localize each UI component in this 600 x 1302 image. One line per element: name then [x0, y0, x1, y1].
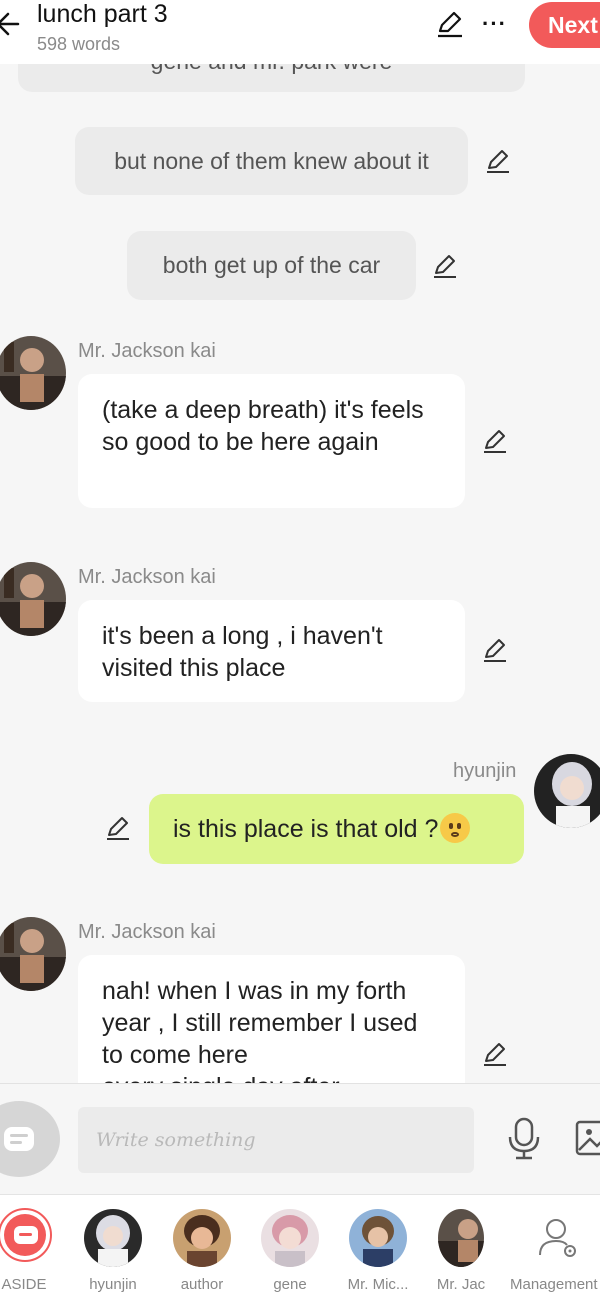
- character-bar: ASIDE hyunjin author gene Mr. Mic... Mr.…: [0, 1194, 600, 1302]
- message-text-clipped: every single day after: [102, 1071, 441, 1083]
- character-label: gene: [273, 1276, 307, 1293]
- character-mr-jac[interactable]: Mr. Jac: [437, 1195, 485, 1302]
- edit-pencil-icon[interactable]: [482, 1041, 508, 1067]
- character-label: Mr. Jac: [436, 1276, 486, 1293]
- top-bar: lunch part 3 598 words ··· Next: [0, 0, 600, 64]
- next-button[interactable]: Next: [529, 2, 600, 48]
- page-title: lunch part 3: [37, 0, 168, 28]
- edit-pencil-icon[interactable]: [485, 148, 511, 174]
- composer-bar: Write something: [0, 1083, 600, 1194]
- back-arrow-icon[interactable]: [0, 10, 20, 38]
- message-text: is this place is that old ?: [173, 815, 439, 843]
- speaker-name: Mr. Jackson kai: [78, 340, 216, 362]
- avatar: [84, 1209, 142, 1267]
- avatar: [261, 1209, 319, 1267]
- message-text: nah! when I was in my forth year , I sti…: [102, 977, 418, 1069]
- speaker-name: Mr. Jackson kai: [78, 921, 216, 943]
- speaker-name: Mr. Jackson kai: [78, 566, 216, 588]
- edit-pencil-icon[interactable]: [482, 637, 508, 663]
- aside-bubble[interactable]: but none of them knew about it: [75, 127, 468, 195]
- aside-avatar: [0, 1208, 52, 1262]
- manage-people-icon: [539, 1219, 576, 1257]
- message-input[interactable]: Write something: [78, 1107, 474, 1173]
- avatar-hyunjin[interactable]: [534, 754, 600, 828]
- chat-area: gene and mr. park were but none of them …: [0, 0, 600, 1083]
- message-bubble[interactable]: (take a deep breath) it's feels so good …: [78, 374, 465, 508]
- avatar: [349, 1209, 407, 1267]
- chat-bubble-icon: [14, 1226, 38, 1244]
- character-hyunjin[interactable]: hyunjin: [84, 1195, 142, 1302]
- message-bubble[interactable]: it's been a long , i haven't visited thi…: [78, 600, 465, 702]
- avatar: [173, 1209, 231, 1267]
- character-label: Management: [510, 1276, 598, 1293]
- character-mr-mic[interactable]: Mr. Mic...: [348, 1195, 408, 1302]
- edit-pencil-icon[interactable]: [482, 428, 508, 454]
- character-label: hyunjin: [89, 1276, 137, 1293]
- character-author[interactable]: author: [173, 1195, 231, 1302]
- word-count: 598 words: [37, 34, 121, 54]
- image-icon[interactable]: [575, 1119, 600, 1159]
- aside-bubble[interactable]: both get up of the car: [127, 231, 416, 300]
- edit-pencil-icon[interactable]: [432, 253, 458, 279]
- message-bubble[interactable]: nah! when I was in my forth year , I sti…: [78, 955, 465, 1083]
- aside-text: both get up of the car: [162, 252, 381, 278]
- chat-bubble-icon: [4, 1127, 34, 1151]
- my-message-bubble[interactable]: is this place is that old ?: [149, 794, 524, 864]
- edit-pencil-icon[interactable]: [105, 815, 131, 841]
- speaker-name: hyunjin: [453, 760, 517, 782]
- character-aside[interactable]: ASIDE: [0, 1195, 60, 1302]
- edit-pencil-icon[interactable]: [436, 10, 464, 38]
- worried-face-emoji: [440, 813, 471, 843]
- avatar-mr-jackson-kai[interactable]: [0, 336, 66, 410]
- avatar: [438, 1209, 484, 1267]
- aside-toggle-button[interactable]: [0, 1101, 60, 1177]
- avatar-mr-jackson-kai[interactable]: [0, 562, 66, 636]
- aside-text: but none of them knew about it: [114, 148, 429, 174]
- management-button[interactable]: Management: [510, 1195, 600, 1302]
- avatar-mr-jackson-kai[interactable]: [0, 917, 66, 991]
- character-label: author: [180, 1276, 224, 1293]
- microphone-icon[interactable]: [506, 1117, 542, 1161]
- more-options-icon[interactable]: ···: [482, 13, 507, 35]
- character-gene[interactable]: gene: [261, 1195, 319, 1302]
